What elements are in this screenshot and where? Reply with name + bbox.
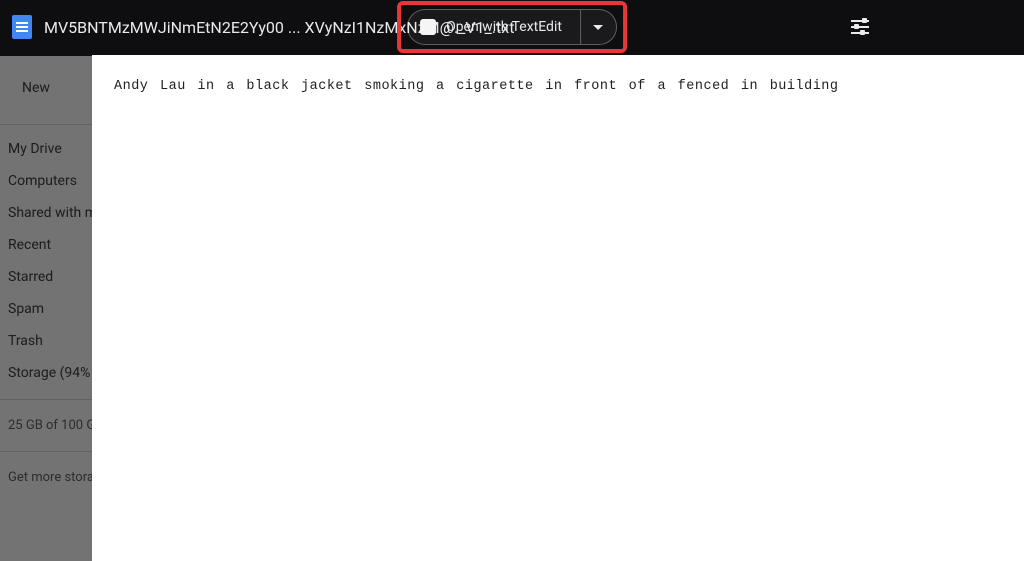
- preview-panel: Andy Lau in a black jacket smoking a cig…: [92, 55, 1024, 561]
- open-with-button[interactable]: Open with TextEdit: [407, 9, 581, 45]
- chevron-down-icon: [593, 25, 603, 30]
- open-with-dropdown-button[interactable]: [581, 9, 617, 45]
- document-icon: [12, 15, 32, 39]
- open-with-label: Open with TextEdit: [446, 19, 562, 35]
- settings-sliders-button[interactable]: [848, 15, 872, 39]
- open-with-group: Open with TextEdit: [407, 9, 617, 45]
- sliders-icon: [851, 18, 869, 36]
- textedit-app-icon: [420, 19, 436, 35]
- file-preview-viewer: MV5BNTMzMWJiNmEtN2E2Yy00 ... XVyNzI1NzMx…: [0, 0, 1024, 561]
- viewer-header: MV5BNTMzMWJiNmEtN2E2Yy00 ... XVyNzI1NzMx…: [0, 0, 1024, 54]
- file-content-text: Andy Lau in a black jacket smoking a cig…: [92, 55, 1024, 118]
